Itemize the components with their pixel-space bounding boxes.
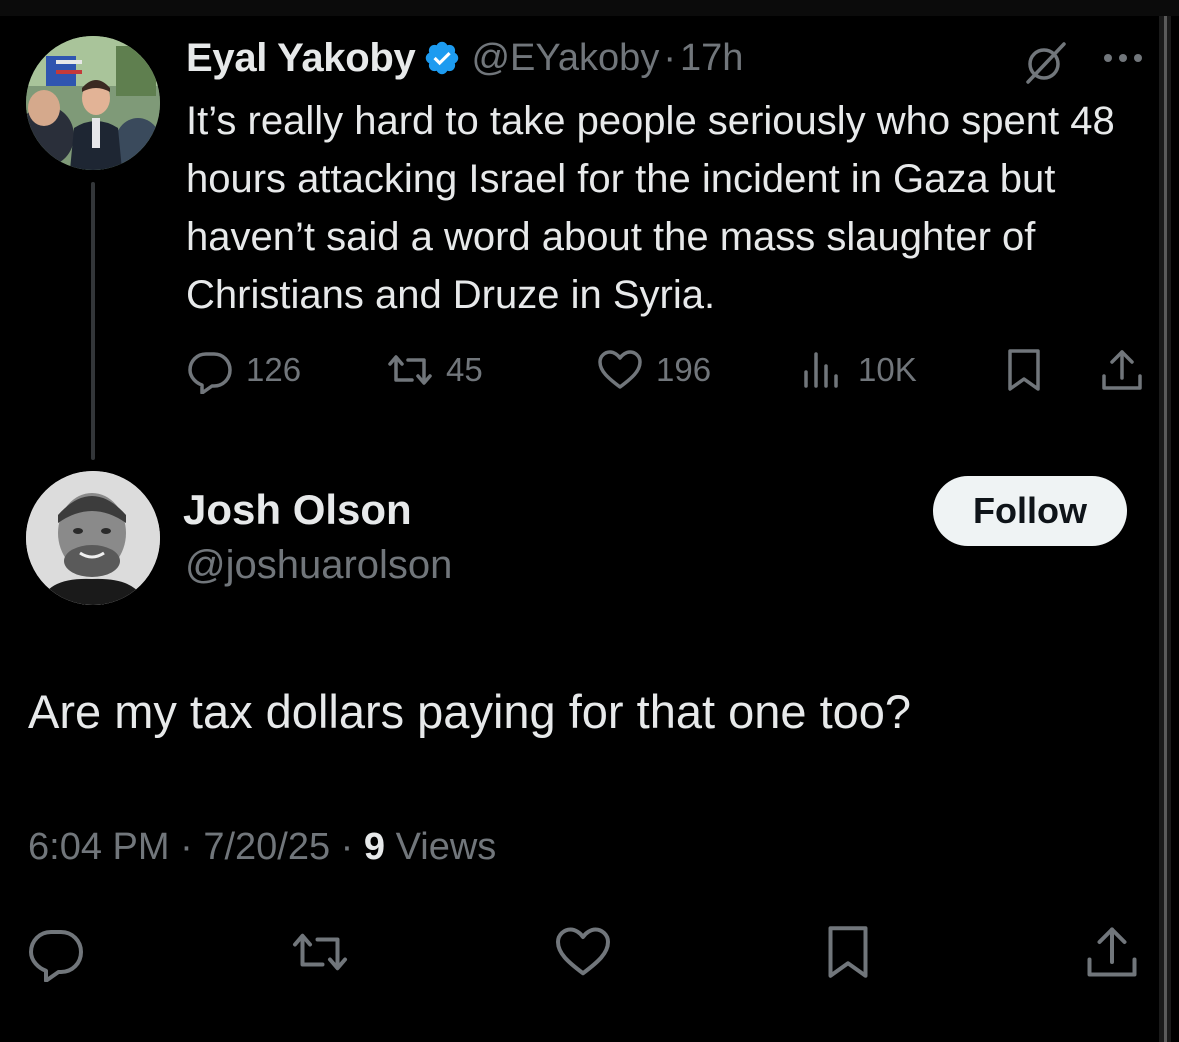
tweet2-share-button[interactable] (1082, 922, 1142, 982)
separator-dot: · (180, 826, 193, 868)
tweet1-view-count: 10K (858, 351, 917, 388)
bookmark-icon (818, 922, 878, 982)
tweet1-share-button[interactable] (1098, 346, 1146, 394)
tweet1-bookmark-button[interactable] (1000, 346, 1048, 394)
views-icon (798, 346, 846, 394)
tweet1-like-button[interactable]: 196 (596, 346, 711, 394)
tweet-thread-view: Eyal Yakoby @EYakoby · 17h It’s really h… (0, 0, 1179, 1042)
tweet1-header: Eyal Yakoby @EYakoby · 17h (186, 32, 743, 84)
tweet2-meta: 6:04 PM · 7/20/25 · 9 Views (28, 826, 496, 869)
avatar-josh-olson[interactable] (26, 471, 160, 605)
tweet1-views-button[interactable]: 10K (798, 346, 917, 394)
tweet2-like-button[interactable] (553, 922, 613, 982)
share-icon (1098, 346, 1146, 394)
tweet1-retweet-button[interactable]: 45 (386, 346, 483, 394)
top-divider (0, 0, 1179, 16)
more-icon[interactable] (1100, 48, 1146, 68)
tweet1-like-count: 196 (656, 351, 712, 388)
follow-button[interactable]: Follow (933, 476, 1127, 546)
tweet2-text: Are my tax dollars paying for that one t… (28, 685, 912, 738)
tweet1-retweet-count: 45 (446, 351, 483, 388)
like-icon (553, 922, 613, 982)
reply-icon (186, 346, 234, 394)
separator-dot: · (663, 36, 676, 79)
tweet1-timestamp[interactable]: 17h (680, 37, 743, 80)
separator-dot: · (340, 826, 354, 868)
verified-badge-icon (423, 39, 461, 77)
tweet2-views-label: Views (395, 826, 497, 868)
tweet2-view-count: 9 (363, 826, 386, 868)
tweet1-reply-button[interactable]: 126 (186, 346, 301, 394)
tweet2-retweet-button[interactable] (290, 922, 350, 982)
scrollbar-thumb[interactable] (1164, 16, 1167, 1042)
tweet2-bookmark-button[interactable] (818, 922, 878, 982)
thread-connector-line (91, 182, 95, 460)
bookmark-icon (1000, 346, 1048, 394)
like-icon (596, 346, 644, 394)
tweet2-date[interactable]: 7/20/25 (203, 826, 330, 868)
tweet1-handle[interactable]: @EYakoby (471, 37, 659, 80)
grok-icon[interactable] (1020, 38, 1070, 88)
tweet1-reply-count: 126 (246, 351, 302, 388)
reply-icon (26, 922, 86, 982)
tweet2-author-name[interactable]: Josh Olson (183, 486, 412, 534)
tweet2-handle[interactable]: @joshuarolson (185, 543, 452, 588)
retweet-icon (290, 922, 350, 982)
tweet2-time[interactable]: 6:04 PM (28, 826, 170, 868)
tweet2-reply-button[interactable] (26, 922, 86, 982)
tweet1-text: It’s really hard to take people seriousl… (186, 99, 1115, 317)
avatar-eyal-yakoby[interactable] (26, 36, 160, 170)
share-icon (1082, 922, 1142, 982)
tweet1-author-name[interactable]: Eyal Yakoby (186, 36, 416, 81)
retweet-icon (386, 346, 434, 394)
